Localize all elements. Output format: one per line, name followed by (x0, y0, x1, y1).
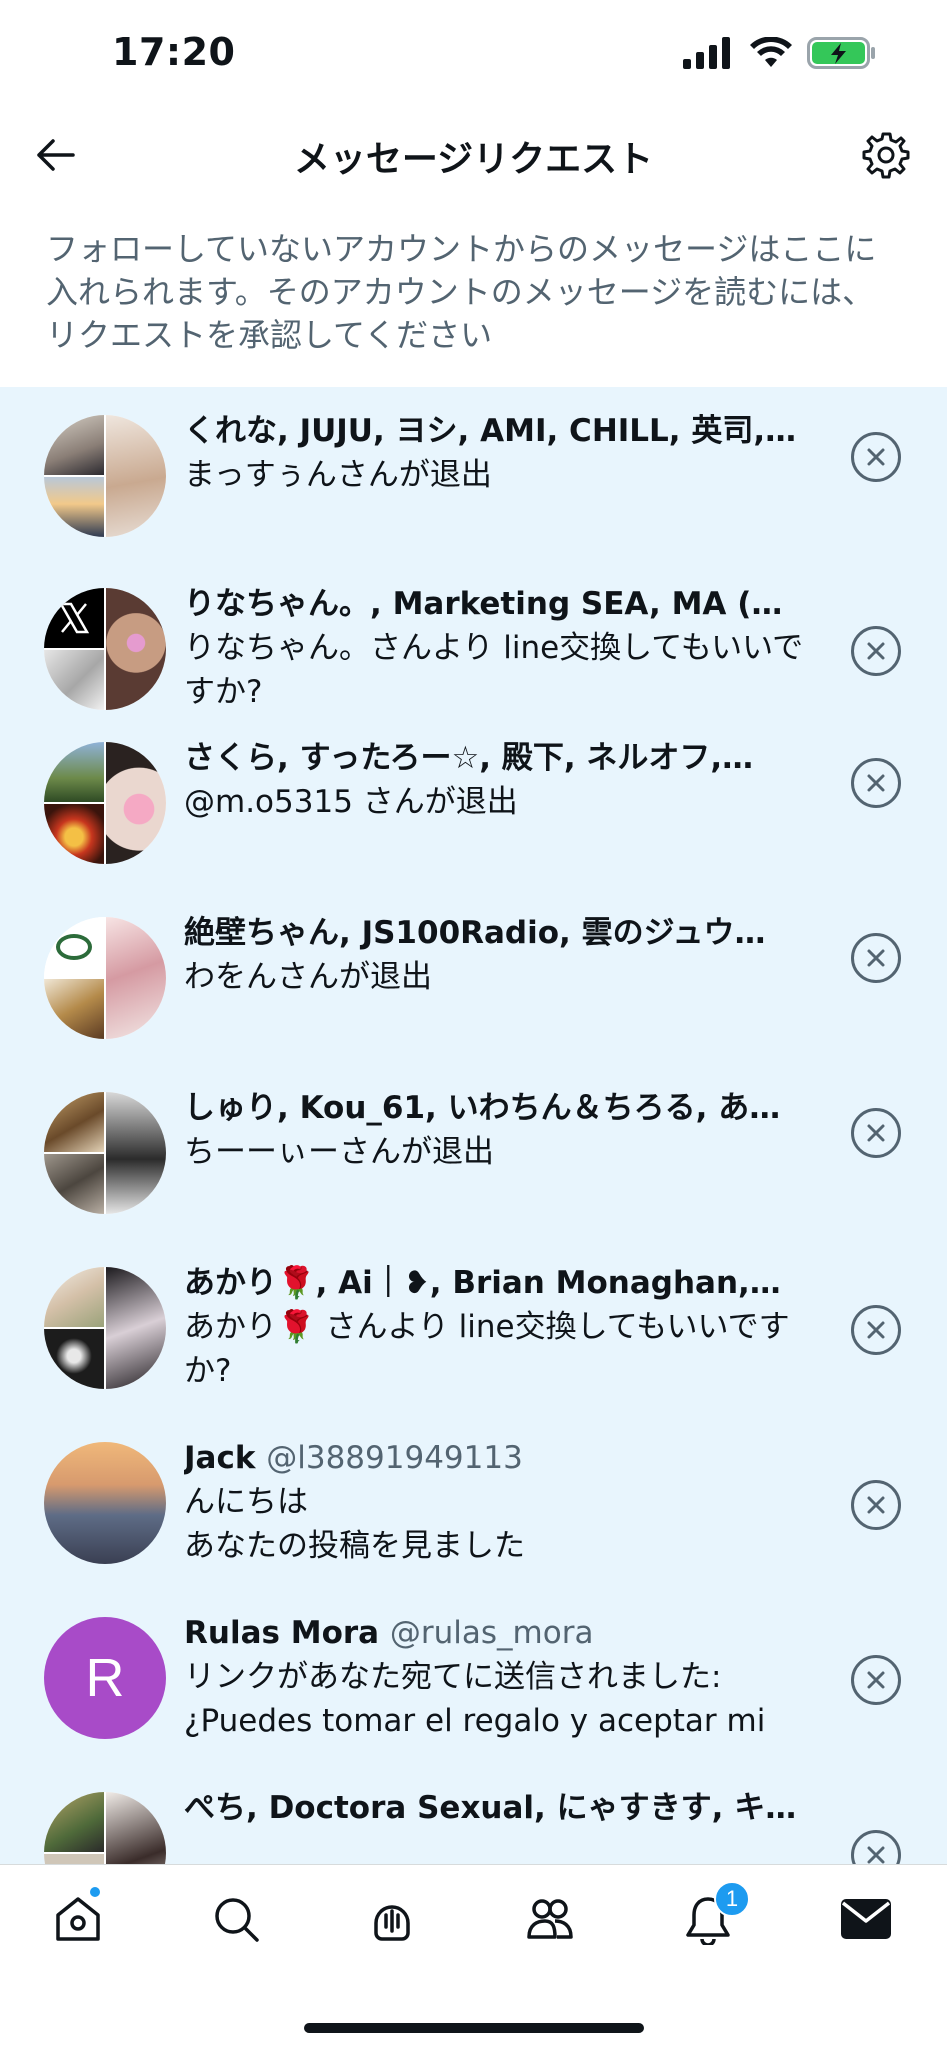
wifi-icon (749, 36, 793, 73)
gear-icon (862, 132, 910, 179)
requests-list: くれな, JUJU, ヨシ, AMI, CHILL, 英司,… まっすぅんさんが… (0, 387, 947, 1864)
list-item[interactable]: くれな, JUJU, ヨシ, AMI, CHILL, 英司,… まっすぅんさんが… (0, 387, 947, 562)
tab-communities[interactable] (520, 1889, 580, 1949)
conversation-preview: んにちは (184, 1484, 308, 1520)
list-item[interactable]: 絶壁ちゃん, JS100Radio, 雲のジュウ… わをんさんが退出 (0, 911, 947, 1086)
close-icon (867, 1124, 885, 1142)
settings-button[interactable] (859, 128, 913, 182)
tab-home[interactable] (48, 1889, 108, 1949)
sender-name: Jack (184, 1440, 256, 1476)
communities-icon (527, 1899, 573, 1939)
dismiss-button[interactable] (851, 1305, 901, 1355)
avatar: R (44, 1617, 166, 1739)
conversation-title: りなちゃん。, Marketing SEA, MA (… (184, 586, 783, 622)
sender-handle: @rulas_mora (389, 1615, 594, 1651)
group-avatar (44, 917, 166, 1039)
home-icon (56, 1897, 100, 1941)
close-icon (867, 1496, 885, 1514)
close-icon (867, 448, 885, 466)
sender-handle: @l38891949113 (266, 1440, 523, 1476)
list-item[interactable]: Jack @l38891949113 んにちは あなたの投稿を見ました (0, 1436, 947, 1611)
conversation-preview: あかり🌹 さんより line交換してもいいですか? (184, 1309, 790, 1389)
page-title: メッセージリクエスト (293, 139, 654, 180)
conversation-preview-line2: あなたの投稿を見ました (184, 1528, 525, 1564)
search-icon (215, 1898, 259, 1942)
dismiss-button[interactable] (851, 758, 901, 808)
x-logo-icon (58, 602, 90, 634)
group-avatar (44, 1092, 166, 1214)
status-icons (683, 36, 877, 74)
close-icon (867, 774, 885, 792)
close-icon (867, 1321, 885, 1339)
tab-messages[interactable] (836, 1889, 896, 1949)
close-icon (867, 1671, 885, 1689)
bottom-tab-bar: 1 (0, 1864, 947, 2048)
tab-spaces[interactable] (362, 1889, 422, 1949)
conversation-preview: ちーーぃーさんが退出 (184, 1134, 494, 1170)
conversation-preview: リンクがあなた宛てに送信されました: (184, 1659, 722, 1695)
close-icon (867, 949, 885, 967)
conversation-title: Jack @l38891949113 (184, 1436, 824, 1480)
avatar-letter: R (44, 1617, 166, 1739)
list-item[interactable]: R Rulas Mora @rulas_mora リンクがあなた宛てに送信されま… (0, 1611, 947, 1786)
conversation-preview: りなちゃん。さんより line交換してもいいですか? (184, 630, 804, 710)
conversation-preview-line2: ¿Puedes tomar el regalo y aceptar mi (184, 1703, 766, 1739)
dismiss-button[interactable] (851, 933, 901, 983)
sender-name: Rulas Mora (184, 1615, 380, 1651)
conversation-title: くれな, JUJU, ヨシ, AMI, CHILL, 英司,… (184, 413, 797, 449)
list-item[interactable]: あかり🌹, Ai｜❥, Brian Monaghan,… あかり🌹 さんより l… (0, 1261, 947, 1436)
close-icon (867, 642, 885, 660)
conversation-title: あかり🌹, Ai｜❥, Brian Monaghan,… (184, 1265, 781, 1301)
conversation-title: しゅり, Kou_61, いわちん＆ちろる, あ… (184, 1090, 781, 1126)
battery-charging-icon (807, 36, 877, 74)
list-item[interactable]: しゅり, Kou_61, いわちん＆ちろる, あ… ちーーぃーさんが退出 (0, 1086, 947, 1261)
close-icon (867, 1846, 885, 1864)
dismiss-button[interactable] (851, 626, 901, 676)
dismiss-button[interactable] (851, 432, 901, 482)
avatar (44, 1442, 166, 1564)
conversation-preview: @m.o5315 さんが退出 (184, 784, 518, 820)
header: メッセージリクエスト (0, 110, 947, 198)
home-indicator (304, 2023, 644, 2033)
status-time: 17:20 (112, 30, 236, 74)
conversation-title: Rulas Mora @rulas_mora (184, 1611, 824, 1655)
group-avatar (44, 1267, 166, 1389)
envelope-icon (841, 1899, 891, 1939)
microphone-icon (374, 1905, 410, 1941)
dismiss-button[interactable] (851, 1655, 901, 1705)
conversation-title: 絶壁ちゃん, JS100Radio, 雲のジュウ… (184, 915, 766, 951)
group-avatar (44, 742, 166, 864)
dismiss-button[interactable] (851, 1108, 901, 1158)
status-bar: 17:20 (0, 0, 947, 110)
conversation-title: ぺち, Doctora Sexual, にゃすきす, キ… (184, 1790, 797, 1826)
list-item[interactable]: ぺち, Doctora Sexual, にゃすきす, キ… (0, 1786, 947, 1864)
dismiss-button[interactable] (851, 1830, 901, 1864)
conversation-preview: まっすぅんさんが退出 (184, 457, 492, 493)
notifications-badge: 1 (714, 1881, 750, 1917)
group-avatar (44, 588, 166, 710)
conversation-title: さくら, すったろー☆, 殿下, ネルオフ,… (184, 740, 754, 776)
requests-description: フォローしていないアカウントからのメッセージはここに入れられます。そのアカウント… (46, 230, 877, 354)
group-avatar (44, 1792, 166, 1864)
tab-search[interactable] (206, 1889, 266, 1949)
list-item[interactable]: さくら, すったろー☆, 殿下, ネルオフ,… @m.o5315 さんが退出 (0, 736, 947, 911)
conversation-preview: わをんさんが退出 (184, 959, 432, 995)
group-avatar (44, 415, 166, 537)
cellular-signal-icon (683, 37, 735, 73)
dismiss-button[interactable] (851, 1480, 901, 1530)
list-item[interactable]: りなちゃん。, Marketing SEA, MA (… りなちゃん。さんより … (0, 562, 947, 736)
home-new-dot (88, 1885, 102, 1899)
